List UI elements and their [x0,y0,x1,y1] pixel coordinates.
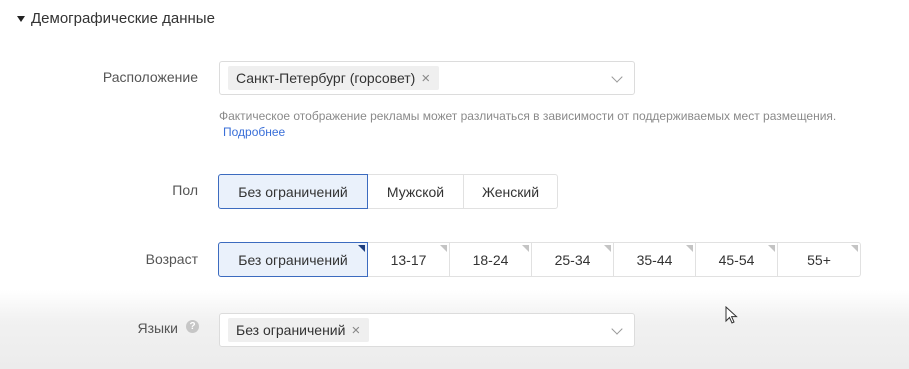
age-option-any-label: Без ограничений [238,251,348,268]
age-option-label: 55+ [807,251,831,268]
gender-option-male[interactable]: Мужской [367,174,464,209]
section-toggle[interactable]: Демографические данные [17,8,215,28]
section-title: Демографические данные [31,9,215,27]
location-tag: Санкт-Петербург (горсовет) × [228,66,440,90]
age-option-55-plus[interactable]: 55+ [777,242,861,277]
gender-option-female-label: Женский [481,183,540,200]
age-option-45-54[interactable]: 45-54 [695,242,778,277]
learn-more-link[interactable]: Подробнее [223,124,285,140]
age-option-18-24[interactable]: 18-24 [449,242,532,277]
remove-language-icon[interactable]: × [351,323,360,338]
gender-segmented: Без ограничений Мужской Женский [218,174,558,209]
age-segmented: Без ограничений 13-17 18-24 25-34 35-44 … [218,242,861,277]
corner-marker-icon [768,245,775,252]
age-option-label: 35-44 [636,251,673,268]
location-hint: Фактическое отображение рекламы может ра… [219,109,837,123]
corner-marker-icon [440,245,447,252]
age-option-any[interactable]: Без ограничений [218,242,368,277]
gender-option-female[interactable]: Женский [463,174,558,209]
gender-label: Пол [172,182,198,198]
age-option-label: 18-24 [472,251,509,268]
gender-option-male-label: Мужской [386,183,445,200]
location-select[interactable]: Санкт-Петербург (горсовет) × [219,61,635,95]
location-label: Расположение [102,69,198,85]
languages-tag-text: Без ограничений [236,322,346,338]
corner-marker-icon [604,245,611,252]
corner-marker-icon [686,245,693,252]
age-option-35-44[interactable]: 35-44 [613,242,696,277]
gender-option-any-label: Без ограничений [238,183,348,200]
age-option-25-34[interactable]: 25-34 [531,242,614,277]
chevron-down-icon[interactable] [611,71,623,83]
chevron-down-icon[interactable] [611,323,623,335]
languages-select[interactable]: Без ограничений × [219,313,635,347]
age-option-label: 45-54 [718,251,755,268]
age-option-label: 13-17 [390,251,427,268]
corner-marker-icon [851,245,858,252]
corner-marker-icon [358,245,365,252]
age-label: Возраст [145,251,198,267]
age-option-label: 25-34 [554,251,591,268]
languages-tag: Без ограничений × [228,318,370,342]
age-option-13-17[interactable]: 13-17 [367,242,450,277]
location-tag-text: Санкт-Петербург (горсовет) [236,70,416,86]
languages-label: Языки [137,320,178,336]
caret-down-icon [17,15,25,22]
corner-marker-icon [522,245,529,252]
remove-location-icon[interactable]: × [421,71,430,86]
gender-option-any[interactable]: Без ограничений [218,174,368,209]
question-icon[interactable]: ? [186,320,199,333]
mouse-cursor-icon [725,306,738,324]
